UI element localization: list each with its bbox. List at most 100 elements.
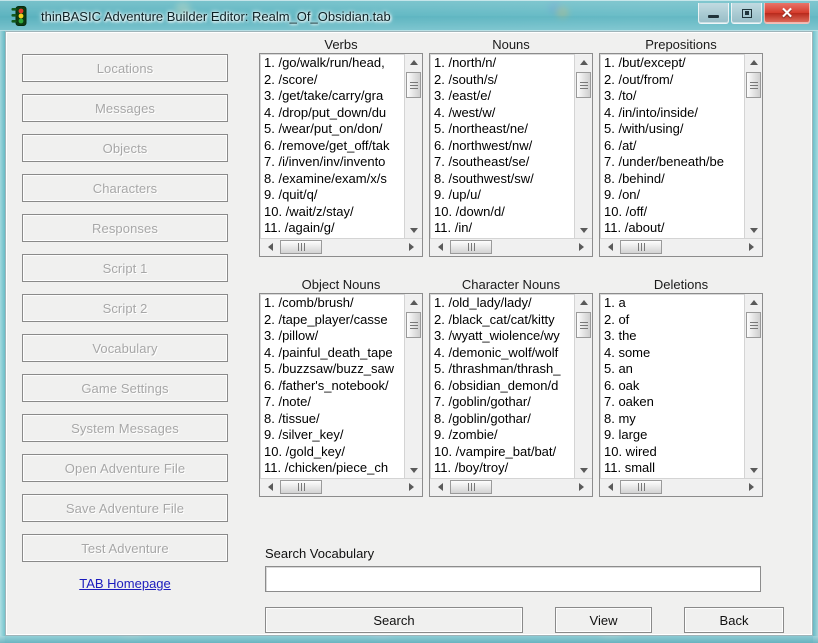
scrollbar-thumb[interactable] <box>450 240 492 254</box>
list-item[interactable]: 6. /father's_notebook/ <box>264 378 404 395</box>
horizontal-scrollbar[interactable] <box>430 238 592 256</box>
scroll-down-icon[interactable] <box>575 222 592 239</box>
list-item[interactable]: 5. an <box>604 361 744 378</box>
list-item[interactable]: 6. /obsidian_demon/d <box>434 378 574 395</box>
scroll-down-icon[interactable] <box>745 462 762 479</box>
sidebar-item-open-adventure-file[interactable]: Open Adventure File <box>22 454 228 482</box>
back-button[interactable]: Back <box>684 607 784 633</box>
scrollbar-thumb[interactable] <box>406 312 421 338</box>
scroll-right-icon[interactable] <box>405 479 422 495</box>
sidebar-item-script-1[interactable]: Script 1 <box>22 254 228 282</box>
list-item[interactable]: 5. /wear/put_on/don/ <box>264 121 404 138</box>
scroll-right-icon[interactable] <box>745 479 762 495</box>
horizontal-scrollbar[interactable] <box>430 478 592 496</box>
scrollbar-thumb[interactable] <box>576 72 591 98</box>
list-item[interactable]: 6. oak <box>604 378 744 395</box>
list-item[interactable]: 7. /goblin/gothar/ <box>434 394 574 411</box>
listbox-character-nouns[interactable]: 1. /old_lady/lady/ 2. /black_cat/cat/kit… <box>429 293 593 497</box>
listbox-items[interactable]: 1. /comb/brush/ 2. /tape_player/casse 3.… <box>261 295 404 479</box>
vertical-scrollbar[interactable] <box>574 294 592 479</box>
list-item[interactable]: 11. /boy/troy/ <box>434 460 574 477</box>
listbox-items[interactable]: 1. a 2. of 3. the 4. some 5. an 6. oak 7… <box>601 295 744 479</box>
scroll-right-icon[interactable] <box>575 479 592 495</box>
list-item[interactable]: 7. /southeast/se/ <box>434 154 574 171</box>
list-item[interactable]: 7. /note/ <box>264 394 404 411</box>
list-item[interactable]: 7. oaken <box>604 394 744 411</box>
list-item[interactable]: 5. /northeast/ne/ <box>434 121 574 138</box>
sidebar-item-system-messages[interactable]: System Messages <box>22 414 228 442</box>
horizontal-scrollbar[interactable] <box>600 478 762 496</box>
scrollbar-thumb[interactable] <box>450 480 492 494</box>
list-item[interactable]: 4. some <box>604 345 744 362</box>
scroll-up-icon[interactable] <box>575 294 592 311</box>
listbox-items[interactable]: 1. /north/n/ 2. /south/s/ 3. /east/e/ 4.… <box>431 55 574 239</box>
scrollbar-thumb[interactable] <box>406 72 421 98</box>
scrollbar-thumb[interactable] <box>576 312 591 338</box>
list-item[interactable]: 2. /black_cat/cat/kitty <box>434 312 574 329</box>
list-item[interactable]: 5. /thrashman/thrash_ <box>434 361 574 378</box>
scroll-left-icon[interactable] <box>260 239 277 255</box>
sidebar-item-characters[interactable]: Characters <box>22 174 228 202</box>
vertical-scrollbar[interactable] <box>744 54 762 239</box>
list-item[interactable]: 1. a <box>604 295 744 312</box>
listbox-prepositions[interactable]: 1. /but/except/ 2. /out/from/ 3. /to/ 4.… <box>599 53 763 257</box>
list-item[interactable]: 10. /gold_key/ <box>264 444 404 461</box>
title-bar[interactable]: thinBASIC Adventure Builder Editor: Real… <box>0 0 818 31</box>
horizontal-scrollbar[interactable] <box>600 238 762 256</box>
scroll-up-icon[interactable] <box>745 54 762 71</box>
list-item[interactable]: 9. /on/ <box>604 187 744 204</box>
list-item[interactable]: 3. /pillow/ <box>264 328 404 345</box>
list-item[interactable]: 4. /demonic_wolf/wolf <box>434 345 574 362</box>
sidebar-item-responses[interactable]: Responses <box>22 214 228 242</box>
vertical-scrollbar[interactable] <box>404 294 422 479</box>
list-item[interactable]: 4. /drop/put_down/du <box>264 105 404 122</box>
scroll-down-icon[interactable] <box>405 222 422 239</box>
search-button[interactable]: Search <box>265 607 523 633</box>
listbox-items[interactable]: 1. /old_lady/lady/ 2. /black_cat/cat/kit… <box>431 295 574 479</box>
sidebar-item-locations[interactable]: Locations <box>22 54 228 82</box>
list-item[interactable]: 11. /chicken/piece_ch <box>264 460 404 477</box>
list-item[interactable]: 2. /out/from/ <box>604 72 744 89</box>
list-item[interactable]: 11. /in/ <box>434 220 574 237</box>
scrollbar-thumb[interactable] <box>280 480 322 494</box>
scroll-left-icon[interactable] <box>430 479 447 495</box>
scroll-left-icon[interactable] <box>600 239 617 255</box>
sidebar-item-messages[interactable]: Messages <box>22 94 228 122</box>
list-item[interactable]: 1. /but/except/ <box>604 55 744 72</box>
list-item[interactable]: 9. /silver_key/ <box>264 427 404 444</box>
list-item[interactable]: 9. /up/u/ <box>434 187 574 204</box>
list-item[interactable]: 5. /buzzsaw/buzz_saw <box>264 361 404 378</box>
scrollbar-thumb[interactable] <box>746 312 761 338</box>
list-item[interactable]: 9. /quit/q/ <box>264 187 404 204</box>
list-item[interactable]: 3. /wyatt_wiolence/wy <box>434 328 574 345</box>
listbox-object-nouns[interactable]: 1. /comb/brush/ 2. /tape_player/casse 3.… <box>259 293 423 497</box>
list-item[interactable]: 11. /again/g/ <box>264 220 404 237</box>
list-item[interactable]: 6. /remove/get_off/tak <box>264 138 404 155</box>
view-button[interactable]: View <box>555 607 652 633</box>
scroll-right-icon[interactable] <box>575 239 592 255</box>
listbox-verbs[interactable]: 1. /go/walk/run/head, 2. /score/ 3. /get… <box>259 53 423 257</box>
list-item[interactable]: 9. /zombie/ <box>434 427 574 444</box>
listbox-nouns[interactable]: 1. /north/n/ 2. /south/s/ 3. /east/e/ 4.… <box>429 53 593 257</box>
horizontal-scrollbar[interactable] <box>260 478 422 496</box>
list-item[interactable]: 7. /i/inven/inv/invento <box>264 154 404 171</box>
scroll-up-icon[interactable] <box>405 54 422 71</box>
listbox-items[interactable]: 1. /go/walk/run/head, 2. /score/ 3. /get… <box>261 55 404 239</box>
list-item[interactable]: 2. /tape_player/casse <box>264 312 404 329</box>
scroll-left-icon[interactable] <box>600 479 617 495</box>
list-item[interactable]: 8. /examine/exam/x/s <box>264 171 404 188</box>
list-item[interactable]: 8. /southwest/sw/ <box>434 171 574 188</box>
listbox-deletions[interactable]: 1. a 2. of 3. the 4. some 5. an 6. oak 7… <box>599 293 763 497</box>
sidebar-item-vocabulary[interactable]: Vocabulary <box>22 334 228 362</box>
scroll-down-icon[interactable] <box>405 462 422 479</box>
list-item[interactable]: 4. /in/into/inside/ <box>604 105 744 122</box>
list-item[interactable]: 2. of <box>604 312 744 329</box>
sidebar-item-test-adventure[interactable]: Test Adventure <box>22 534 228 562</box>
search-input[interactable] <box>265 566 761 592</box>
list-item[interactable]: 6. /northwest/nw/ <box>434 138 574 155</box>
scroll-up-icon[interactable] <box>745 294 762 311</box>
list-item[interactable]: 10. wired <box>604 444 744 461</box>
vertical-scrollbar[interactable] <box>404 54 422 239</box>
scroll-up-icon[interactable] <box>575 54 592 71</box>
scroll-left-icon[interactable] <box>260 479 277 495</box>
